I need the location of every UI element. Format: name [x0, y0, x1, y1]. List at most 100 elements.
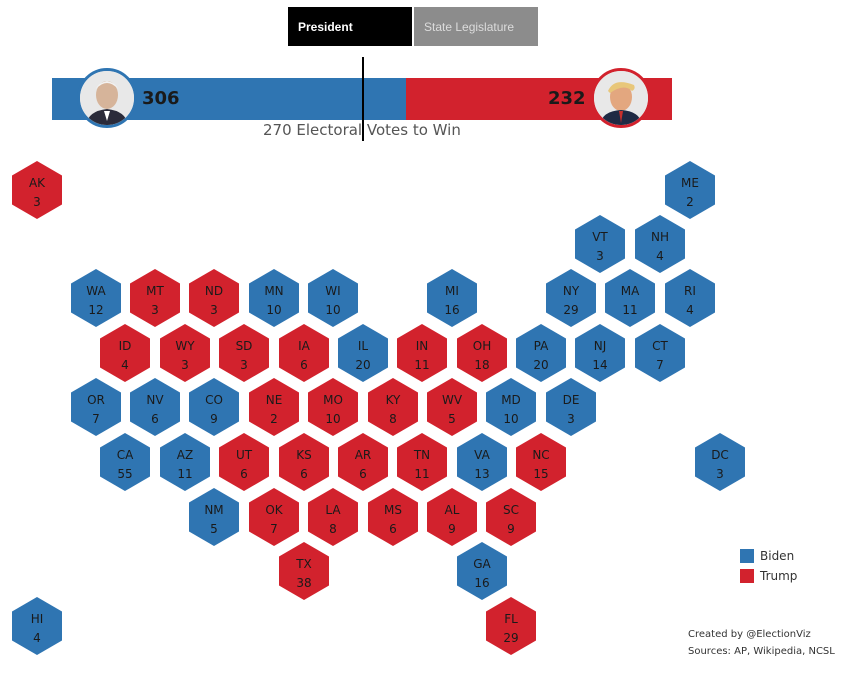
state-ev-label: 11: [414, 358, 429, 372]
state-ev-label: 3: [596, 249, 604, 263]
legend-item-biden[interactable]: Biden: [740, 549, 794, 563]
state-hex-sc[interactable]: SC 9: [486, 488, 536, 546]
state-hex-ne[interactable]: NE 2: [249, 378, 299, 436]
state-hex-shape: [249, 488, 299, 546]
state-hex-shape: [427, 378, 477, 436]
state-hex-mi[interactable]: MI 16: [427, 269, 477, 327]
state-hex-nh[interactable]: NH 4: [635, 215, 685, 273]
state-hex-id[interactable]: ID 4: [100, 324, 150, 382]
state-hex-mo[interactable]: MO 10: [308, 378, 358, 436]
state-ev-label: 16: [474, 576, 489, 590]
state-hex-md[interactable]: MD 10: [486, 378, 536, 436]
state-hex-ia[interactable]: IA 6: [279, 324, 329, 382]
state-hex-ut[interactable]: UT 6: [219, 433, 269, 491]
state-ev-label: 15: [533, 467, 548, 481]
state-ev-label: 29: [503, 631, 518, 645]
state-hex-ct[interactable]: CT 7: [635, 324, 685, 382]
state-hex-in[interactable]: IN 11: [397, 324, 447, 382]
state-hex-me[interactable]: ME 2: [665, 161, 715, 219]
state-abbr-label: GA: [473, 557, 491, 571]
legend-label-trump: Trump: [760, 569, 798, 583]
state-hex-pa[interactable]: PA 20: [516, 324, 566, 382]
state-abbr-label: OH: [473, 339, 491, 353]
state-ev-label: 4: [33, 631, 41, 645]
state-hex-nd[interactable]: ND 3: [189, 269, 239, 327]
state-hex-co[interactable]: CO 9: [189, 378, 239, 436]
state-hex-tx[interactable]: TX 38: [279, 542, 329, 600]
state-ev-label: 9: [448, 522, 456, 536]
state-ev-label: 3: [240, 358, 248, 372]
state-ev-label: 11: [622, 303, 637, 317]
state-abbr-label: LA: [325, 503, 341, 517]
state-ev-label: 29: [563, 303, 578, 317]
state-hex-al[interactable]: AL 9: [427, 488, 477, 546]
state-hex-wv[interactable]: WV 5: [427, 378, 477, 436]
state-abbr-label: CO: [205, 393, 223, 407]
state-hex-shape: [457, 324, 507, 382]
state-abbr-label: MT: [146, 284, 164, 298]
state-ev-label: 20: [355, 358, 370, 372]
state-hex-shape: [189, 488, 239, 546]
state-hex-ca[interactable]: CA 55: [100, 433, 150, 491]
state-hex-vt[interactable]: VT 3: [575, 215, 625, 273]
state-ev-label: 10: [266, 303, 281, 317]
state-hex-mt[interactable]: MT 3: [130, 269, 180, 327]
state-hex-mn[interactable]: MN 10: [249, 269, 299, 327]
state-hex-wy[interactable]: WY 3: [160, 324, 210, 382]
state-hex-ri[interactable]: RI 4: [665, 269, 715, 327]
state-abbr-label: VT: [592, 230, 608, 244]
state-hex-nv[interactable]: NV 6: [130, 378, 180, 436]
state-hex-dc[interactable]: DC 3: [695, 433, 745, 491]
state-hex-shape: [279, 433, 329, 491]
state-hex-ks[interactable]: KS 6: [279, 433, 329, 491]
state-hex-shape: [12, 597, 62, 655]
state-ev-label: 12: [88, 303, 103, 317]
state-hex-de[interactable]: DE 3: [546, 378, 596, 436]
legend-swatch-trump: [740, 569, 754, 583]
state-hex-va[interactable]: VA 13: [457, 433, 507, 491]
state-abbr-label: WV: [442, 393, 463, 407]
state-ev-label: 7: [270, 522, 278, 536]
state-hex-shape: [249, 378, 299, 436]
state-hex-ny[interactable]: NY 29: [546, 269, 596, 327]
state-hex-ky[interactable]: KY 8: [368, 378, 418, 436]
state-abbr-label: RI: [684, 284, 696, 298]
state-hex-or[interactable]: OR 7: [71, 378, 121, 436]
state-hex-ak[interactable]: AK 3: [12, 161, 62, 219]
state-hex-shape: [130, 269, 180, 327]
state-ev-label: 14: [592, 358, 607, 372]
state-hex-nm[interactable]: NM 5: [189, 488, 239, 546]
state-abbr-label: OK: [265, 503, 283, 517]
legend-item-trump[interactable]: Trump: [740, 569, 797, 583]
state-hex-ms[interactable]: MS 6: [368, 488, 418, 546]
state-ev-label: 6: [240, 467, 248, 481]
state-ev-label: 7: [92, 412, 100, 426]
state-abbr-label: OR: [87, 393, 105, 407]
state-hex-il[interactable]: IL 20: [338, 324, 388, 382]
state-hex-wi[interactable]: WI 10: [308, 269, 358, 327]
state-hex-shape: [279, 542, 329, 600]
state-abbr-label: MN: [264, 284, 283, 298]
state-hex-fl[interactable]: FL 29: [486, 597, 536, 655]
state-hex-nj[interactable]: NJ 14: [575, 324, 625, 382]
state-hex-oh[interactable]: OH 18: [457, 324, 507, 382]
state-hex-la[interactable]: LA 8: [308, 488, 358, 546]
state-abbr-label: SC: [503, 503, 519, 517]
state-abbr-label: AZ: [177, 448, 193, 462]
state-ev-label: 13: [474, 467, 489, 481]
state-abbr-label: WI: [325, 284, 340, 298]
state-hex-nc[interactable]: NC 15: [516, 433, 566, 491]
legend-swatch-biden: [740, 549, 754, 563]
state-ev-label: 3: [716, 467, 724, 481]
state-hex-shape: [100, 433, 150, 491]
state-hex-hi[interactable]: HI 4: [12, 597, 62, 655]
state-hex-az[interactable]: AZ 11: [160, 433, 210, 491]
state-hex-ga[interactable]: GA 16: [457, 542, 507, 600]
state-hex-ma[interactable]: MA 11: [605, 269, 655, 327]
state-hex-ar[interactable]: AR 6: [338, 433, 388, 491]
state-hex-ok[interactable]: OK 7: [249, 488, 299, 546]
state-hex-wa[interactable]: WA 12: [71, 269, 121, 327]
state-abbr-label: DC: [711, 448, 729, 462]
state-hex-tn[interactable]: TN 11: [397, 433, 447, 491]
state-hex-sd[interactable]: SD 3: [219, 324, 269, 382]
